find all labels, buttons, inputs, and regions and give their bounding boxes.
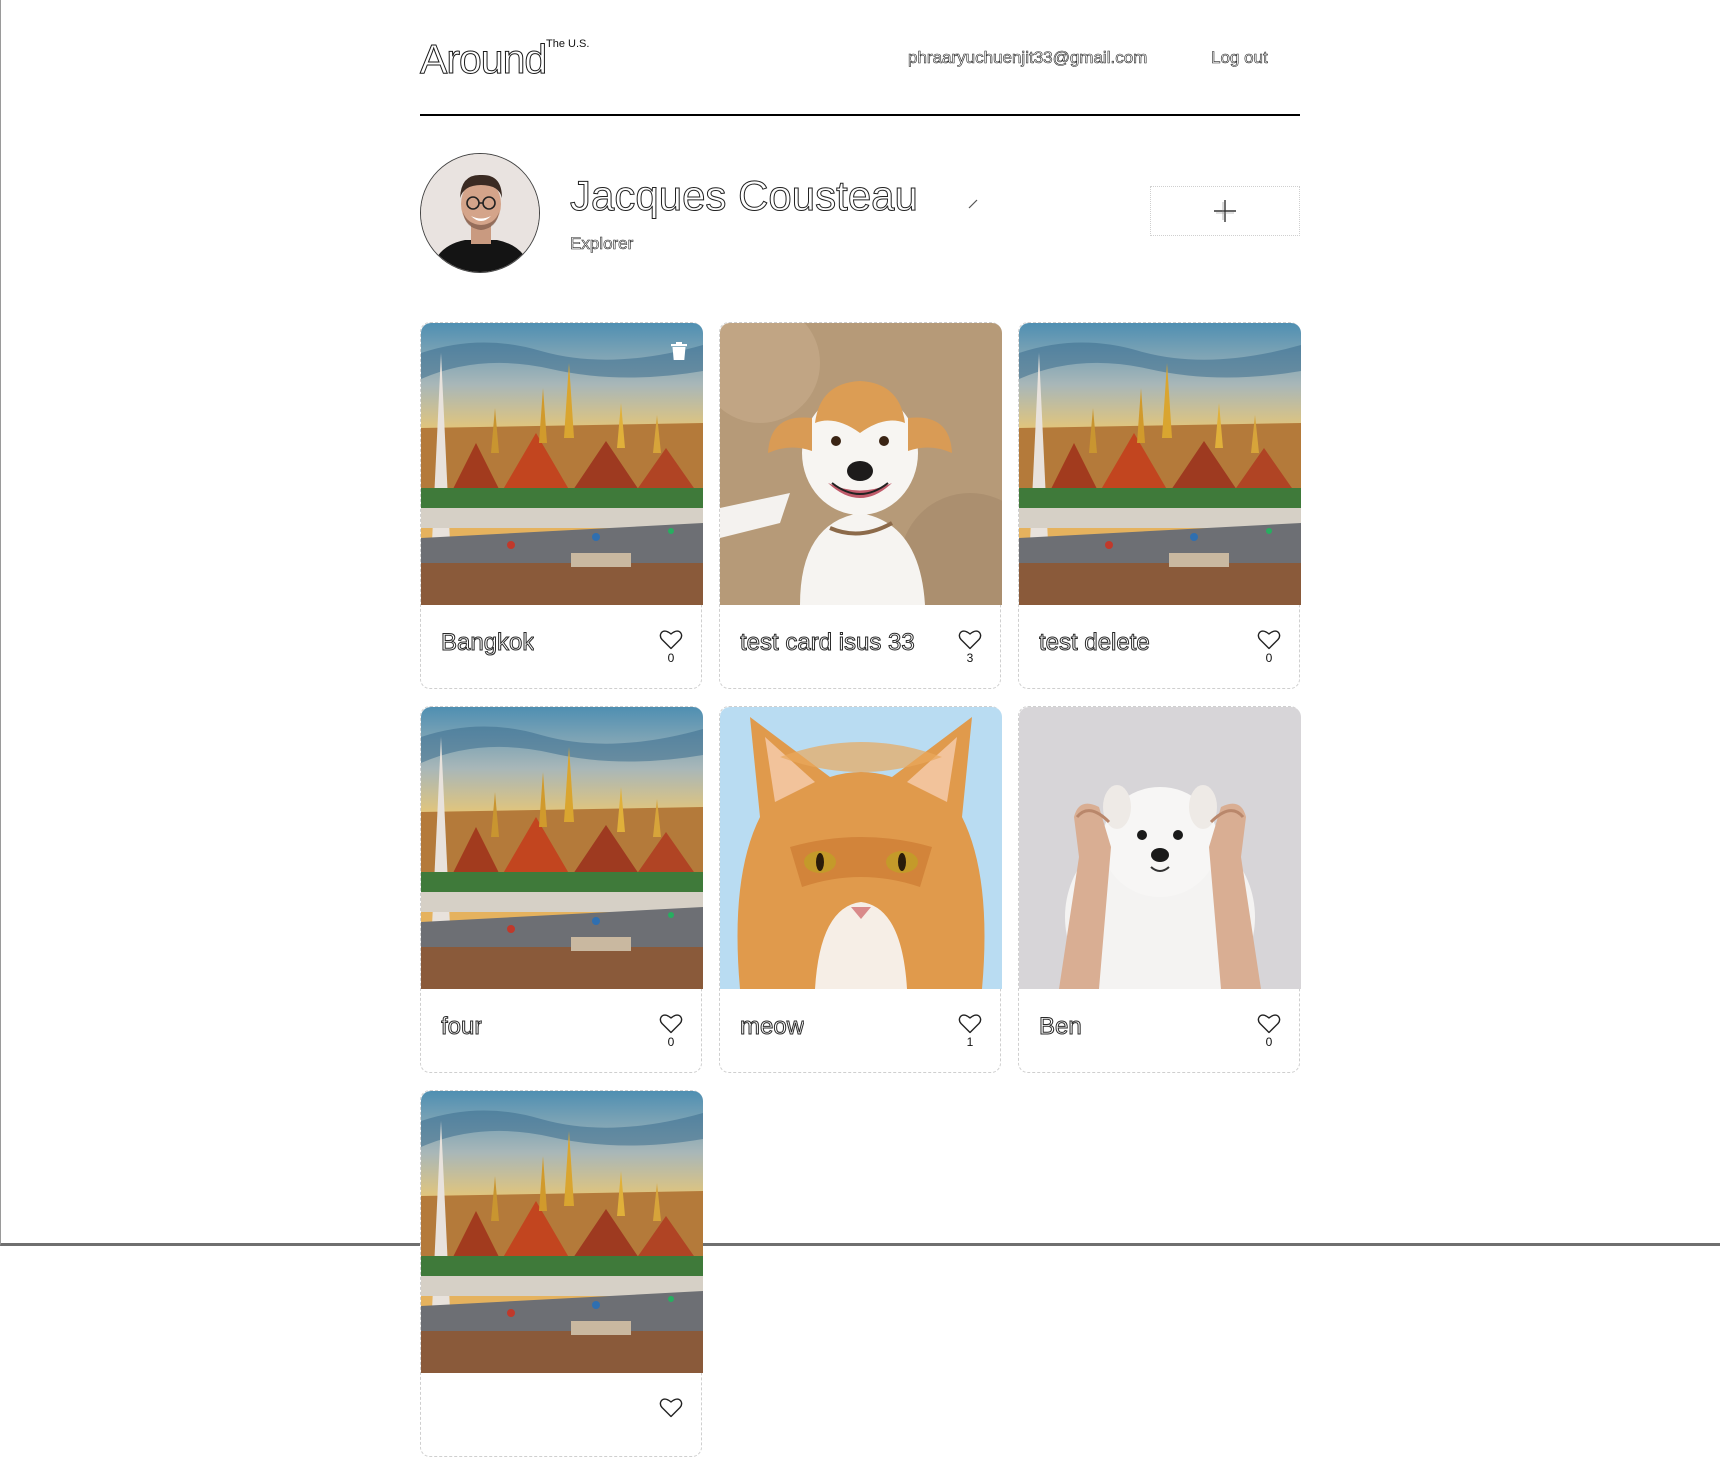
like-count: 0 <box>1265 651 1273 665</box>
heart-icon[interactable] <box>659 629 683 650</box>
like-section: 0 <box>657 629 685 665</box>
heart-icon[interactable] <box>958 1013 982 1034</box>
card-image[interactable] <box>421 707 703 989</box>
card-title: Bangkok <box>441 629 535 657</box>
logo-text: Around <box>419 36 547 83</box>
page-container: Around The U.S. phraaryuchuenjit33@gmail… <box>419 0 1301 1457</box>
edit-profile-button[interactable] <box>965 194 983 212</box>
logo-superscript: The U.S. <box>546 38 590 50</box>
like-count: 0 <box>667 1035 675 1049</box>
like-section: 0 <box>1255 1013 1283 1049</box>
place-card: Bangkok 0 <box>420 322 703 689</box>
like-section: 0 <box>657 1013 685 1049</box>
like-section <box>657 1397 685 1419</box>
bangkok-temple-photo <box>421 323 703 605</box>
avatar[interactable] <box>420 153 540 273</box>
logo: Around The U.S. <box>419 36 589 83</box>
like-section: 0 <box>1255 629 1283 665</box>
card-image[interactable] <box>421 323 703 605</box>
bangkok-temple-photo <box>1019 323 1301 605</box>
add-card-button[interactable] <box>1150 186 1300 236</box>
card-image[interactable] <box>421 1091 703 1373</box>
cards-grid: Bangkok 0 test card isus 33 3 test delet… <box>420 322 1301 1457</box>
avatar-photo <box>421 154 539 272</box>
bangkok-temple-photo <box>421 1091 703 1373</box>
like-count: 0 <box>667 651 675 665</box>
card-image[interactable] <box>720 323 1002 605</box>
card-title: Ben <box>1039 1013 1082 1041</box>
orange-cat-photo <box>720 707 1002 989</box>
card-title: test delete <box>1039 629 1150 657</box>
heart-icon[interactable] <box>1257 1013 1281 1034</box>
header: Around The U.S. phraaryuchuenjit33@gmail… <box>419 0 1300 116</box>
logout-link[interactable]: Log out <box>1211 48 1268 68</box>
place-card: Ben 0 <box>1018 706 1301 1073</box>
card-title: test card isus 33 <box>740 629 915 657</box>
user-email: phraaryuchuenjit33@gmail.com <box>908 48 1148 68</box>
place-card: test delete 0 <box>1018 322 1301 689</box>
place-card: test card isus 33 3 <box>719 322 1002 689</box>
card-image[interactable] <box>1019 323 1301 605</box>
profile-section: Jacques Cousteau Explorer <box>420 116 1300 322</box>
profile-name: Jacques Cousteau <box>570 172 919 220</box>
place-card: meow 1 <box>719 706 1002 1073</box>
heart-icon[interactable] <box>958 629 982 650</box>
profile-about: Explorer <box>570 234 634 254</box>
pencil-icon <box>968 199 978 209</box>
heart-icon[interactable] <box>659 1013 683 1034</box>
place-card: four 0 <box>420 706 703 1073</box>
like-count: 1 <box>966 1035 974 1049</box>
card-image[interactable] <box>1019 707 1301 989</box>
plus-icon <box>1214 200 1236 222</box>
heart-icon[interactable] <box>1257 629 1281 650</box>
delete-card-button[interactable] <box>668 340 690 362</box>
smiling-dog-photo <box>720 323 1002 605</box>
card-title: meow <box>740 1013 805 1041</box>
like-count: 0 <box>1265 1035 1273 1049</box>
white-puppy-photo <box>1019 707 1301 989</box>
like-section: 3 <box>956 629 984 665</box>
card-title: four <box>441 1013 483 1041</box>
like-section: 1 <box>956 1013 984 1049</box>
heart-icon[interactable] <box>659 1397 683 1418</box>
bangkok-temple-photo <box>421 707 703 989</box>
card-image[interactable] <box>720 707 1002 989</box>
trash-icon <box>671 342 687 360</box>
like-count: 3 <box>966 651 974 665</box>
place-card <box>420 1090 703 1457</box>
